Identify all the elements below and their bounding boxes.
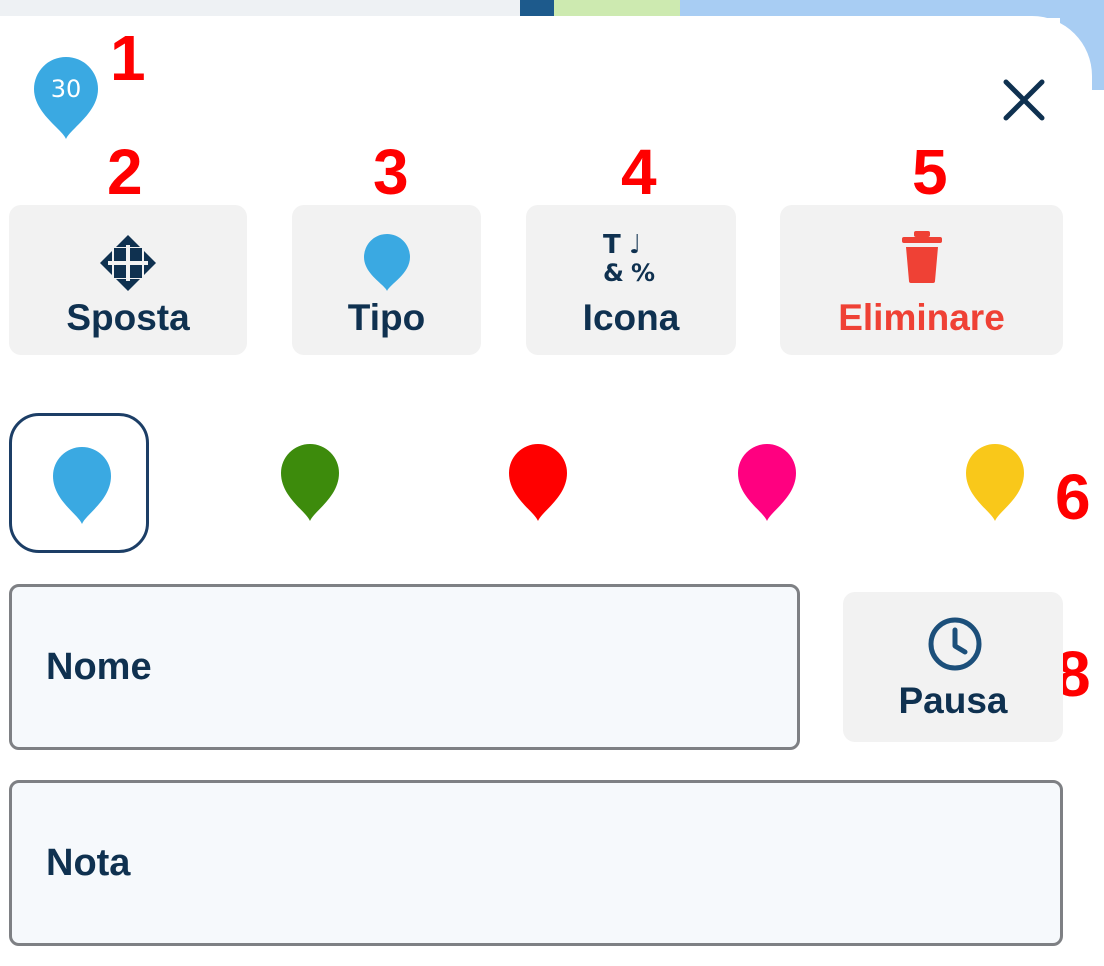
annotation-1: 1 bbox=[110, 22, 146, 94]
move-label: Sposta bbox=[66, 297, 190, 338]
svg-text:T: T bbox=[603, 230, 621, 260]
red-pin-icon bbox=[509, 444, 567, 521]
icon-label: Icona bbox=[582, 297, 680, 338]
marker-number: 30 bbox=[50, 75, 82, 103]
move-arrows-icon bbox=[100, 235, 156, 291]
close-icon[interactable] bbox=[996, 72, 1052, 128]
clock-icon bbox=[928, 617, 982, 671]
pause-label: Pausa bbox=[898, 680, 1008, 721]
annotation-3: 3 bbox=[373, 136, 409, 208]
pause-button[interactable]: Pausa bbox=[843, 592, 1063, 742]
yellow-pin-icon bbox=[966, 444, 1024, 521]
blue-pin-icon bbox=[53, 447, 111, 524]
svg-text:&: & bbox=[603, 259, 624, 287]
note-field bbox=[9, 780, 1063, 946]
pink-pin-icon bbox=[738, 444, 796, 521]
color-option-pink[interactable] bbox=[697, 413, 837, 553]
map-pin-icon bbox=[363, 234, 410, 291]
trash-icon bbox=[901, 231, 942, 283]
annotation-2: 2 bbox=[107, 136, 143, 208]
color-option-red[interactable] bbox=[468, 413, 608, 553]
svg-text:♩: ♩ bbox=[629, 230, 641, 260]
note-input[interactable] bbox=[46, 783, 885, 943]
name-field bbox=[9, 584, 800, 750]
green-pin-icon bbox=[281, 444, 339, 521]
annotation-4: 4 bbox=[621, 136, 657, 208]
type-button[interactable]: Tipo bbox=[292, 205, 481, 355]
delete-label: Eliminare bbox=[838, 297, 1005, 338]
icon-button[interactable]: T ♩ & % Icona bbox=[526, 205, 736, 355]
move-button[interactable]: Sposta bbox=[9, 205, 247, 355]
annotation-5: 5 bbox=[912, 136, 948, 208]
type-label: Tipo bbox=[347, 297, 426, 338]
color-option-yellow[interactable] bbox=[925, 413, 1065, 553]
symbols-icon: T ♩ & % bbox=[603, 230, 655, 287]
name-input[interactable] bbox=[46, 587, 674, 747]
color-option-blue[interactable] bbox=[9, 413, 149, 553]
svg-text:%: % bbox=[631, 259, 655, 287]
delete-button[interactable]: Eliminare bbox=[780, 205, 1063, 355]
color-option-green[interactable] bbox=[240, 413, 380, 553]
